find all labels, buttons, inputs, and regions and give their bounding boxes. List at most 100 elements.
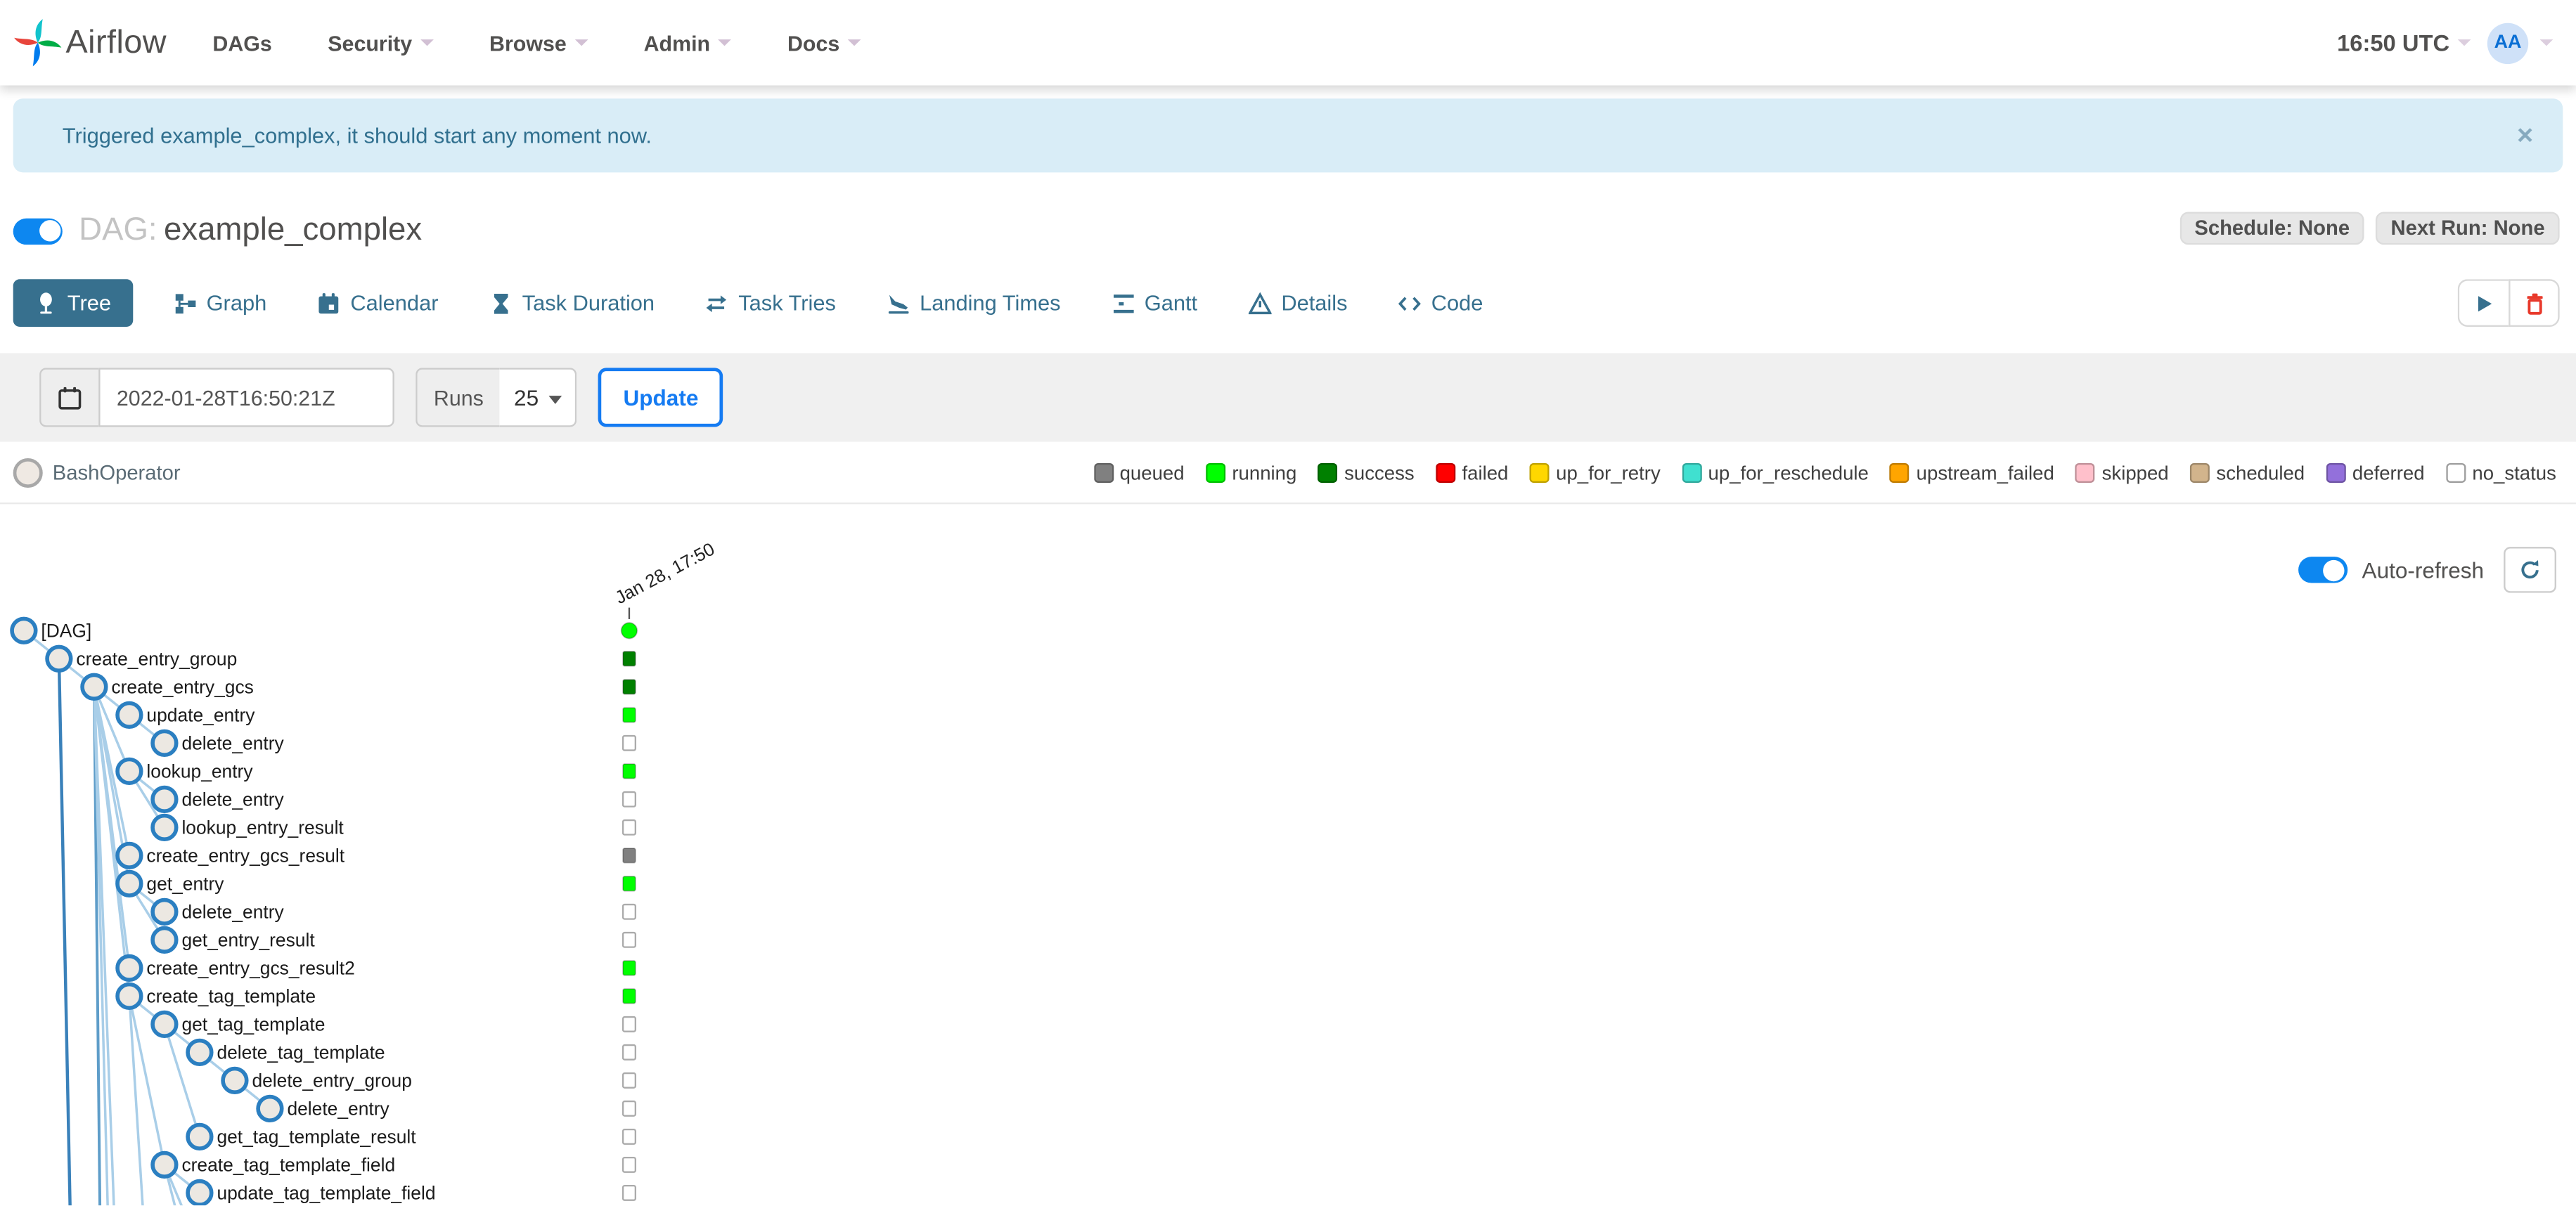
task-node-get_tag_template_result[interactable]	[186, 1122, 214, 1151]
nav-item-admin[interactable]: Admin	[644, 30, 732, 55]
status-label: up_for_retry	[1556, 461, 1661, 485]
status-swatch	[2190, 462, 2210, 483]
task-status-square[interactable]	[622, 763, 636, 779]
tab-label: Tree	[67, 290, 112, 316]
status-swatch	[2445, 462, 2466, 483]
delete-dag-button[interactable]	[2509, 279, 2560, 328]
task-label: create_tag_template_field	[181, 1155, 395, 1176]
tab-gantt[interactable]: Gantt	[1102, 279, 1207, 327]
status-label: queued	[1119, 461, 1185, 485]
user-menu[interactable]: AA	[2487, 22, 2554, 63]
bash-operator-icon	[13, 458, 43, 488]
gantt-icon	[1112, 292, 1135, 315]
legend-row: BashOperator queued running success failed u…	[0, 442, 2576, 505]
task-node-update_entry[interactable]	[115, 701, 143, 729]
task-label: create_entry_gcs_result2	[146, 957, 354, 978]
task-status-square[interactable]	[622, 1044, 637, 1061]
tab-calendar[interactable]: Calendar	[308, 279, 449, 327]
task-node-create_entry_gcs_result[interactable]	[115, 841, 143, 869]
task-label: delete_entry	[181, 732, 284, 753]
update-button[interactable]: Update	[598, 368, 723, 427]
dag-run-status-circle[interactable]	[620, 622, 638, 640]
task-status-square[interactable]	[622, 707, 636, 723]
tab-landing-times[interactable]: Landing Times	[877, 279, 1070, 327]
task-status-square[interactable]	[622, 1156, 637, 1173]
task-status-square[interactable]	[622, 848, 636, 864]
task-label: get_entry_result	[181, 929, 315, 950]
calendar-icon	[58, 386, 82, 409]
schedule-badges: Schedule: None Next Run: None	[2179, 212, 2560, 245]
nav-item-browse[interactable]: Browse	[489, 30, 588, 55]
trigger-dag-button[interactable]	[2457, 279, 2509, 328]
base-date-input[interactable]	[98, 368, 394, 427]
task-node-get_tag_template[interactable]	[150, 1010, 179, 1039]
task-status-square[interactable]	[622, 791, 637, 808]
task-node-delete_entry[interactable]	[150, 729, 179, 757]
task-status-square[interactable]	[622, 960, 636, 976]
task-node-get_entry_result[interactable]	[150, 926, 179, 954]
task-status-square[interactable]	[622, 988, 636, 1004]
status-label: upstream_failed	[1916, 461, 2054, 485]
tab-task-tries[interactable]: Task Tries	[695, 279, 845, 327]
refresh-button[interactable]	[2504, 547, 2556, 593]
tab-code[interactable]: Code	[1389, 279, 1493, 327]
tab-graph[interactable]: Graph	[164, 279, 276, 327]
task-status-square[interactable]	[622, 1100, 637, 1117]
task-status-square[interactable]	[622, 1184, 637, 1201]
task-status-square[interactable]	[622, 819, 637, 836]
task-node-lookup_entry[interactable]	[115, 757, 143, 785]
task-node-create_entry_group[interactable]	[45, 644, 73, 673]
airflow-app: Airflow DAGs Security Browse Admin Docs 16:5…	[0, 0, 2576, 1232]
task-node-lookup_entry_result[interactable]	[150, 813, 179, 841]
close-icon[interactable]: ×	[2511, 122, 2540, 150]
run-column-label: Jan 28, 17:50	[612, 539, 719, 608]
status-legend-up_for_reschedule: up_for_reschedule	[1682, 462, 1869, 484]
chevron-down-icon	[420, 39, 434, 46]
task-status-square[interactable]	[622, 651, 636, 667]
tab-label: Code	[1431, 290, 1483, 316]
next-run-badge: Next Run: None	[2376, 212, 2560, 245]
task-status-square[interactable]	[622, 903, 637, 920]
task-node-create_entry_gcs[interactable]	[80, 673, 108, 701]
dag-header: DAG: example_complex Schedule: None Next R…	[13, 212, 2560, 249]
chevron-down-icon	[2457, 39, 2471, 46]
task-node-create_tag_template[interactable]	[115, 982, 143, 1010]
task-status-square[interactable]	[622, 734, 637, 751]
task-label: delete_entry	[287, 1098, 389, 1119]
airflow-logo[interactable]: Airflow	[13, 18, 167, 67]
task-status-square[interactable]	[622, 1072, 637, 1089]
tab-details[interactable]: Details	[1239, 279, 1358, 327]
task-status-square[interactable]	[622, 679, 636, 695]
task-node-delete_entry_group[interactable]	[221, 1066, 249, 1095]
dag-pause-toggle[interactable]	[13, 217, 63, 245]
clock-dropdown[interactable]: 16:50 UTC	[2337, 30, 2471, 56]
dag-prefix: DAG:	[79, 212, 157, 248]
task-node-create_entry_gcs_result2[interactable]	[115, 954, 143, 982]
task-node-delete_entry[interactable]	[150, 897, 179, 926]
runs-select[interactable]: 25	[500, 368, 578, 427]
nav-menu: DAGs Security Browse Admin Docs	[212, 30, 861, 55]
task-node-delete_entry[interactable]	[256, 1094, 284, 1123]
task-label: lookup_entry_result	[181, 817, 344, 838]
task-node-get_entry[interactable]	[115, 869, 143, 897]
tab-tree[interactable]: Tree	[13, 279, 133, 328]
task-status-square[interactable]	[622, 1128, 637, 1145]
avatar: AA	[2487, 22, 2529, 63]
tab-task-duration[interactable]: Task Duration	[479, 279, 664, 327]
task-node-create_tag_template_field[interactable]	[150, 1150, 179, 1179]
tab-label: Graph	[206, 290, 267, 316]
auto-refresh-toggle[interactable]	[2298, 557, 2348, 583]
page-title: DAG: example_complex	[79, 212, 422, 249]
task-status-square[interactable]	[622, 1016, 637, 1032]
task-node-delete_entry[interactable]	[150, 785, 179, 813]
task-node-update_tag_template_field[interactable]	[186, 1179, 214, 1206]
task-status-square[interactable]	[622, 931, 637, 948]
status-legend-upstream_failed: upstream_failed	[1890, 461, 2054, 485]
trash-icon	[2523, 292, 2546, 315]
task-node-DAG[interactable]	[10, 616, 38, 644]
nav-item-security[interactable]: Security	[328, 30, 434, 55]
nav-item-dags[interactable]: DAGs	[212, 30, 271, 55]
task-node-delete_tag_template[interactable]	[186, 1038, 214, 1067]
task-status-square[interactable]	[622, 876, 636, 892]
nav-item-docs[interactable]: Docs	[787, 30, 861, 55]
